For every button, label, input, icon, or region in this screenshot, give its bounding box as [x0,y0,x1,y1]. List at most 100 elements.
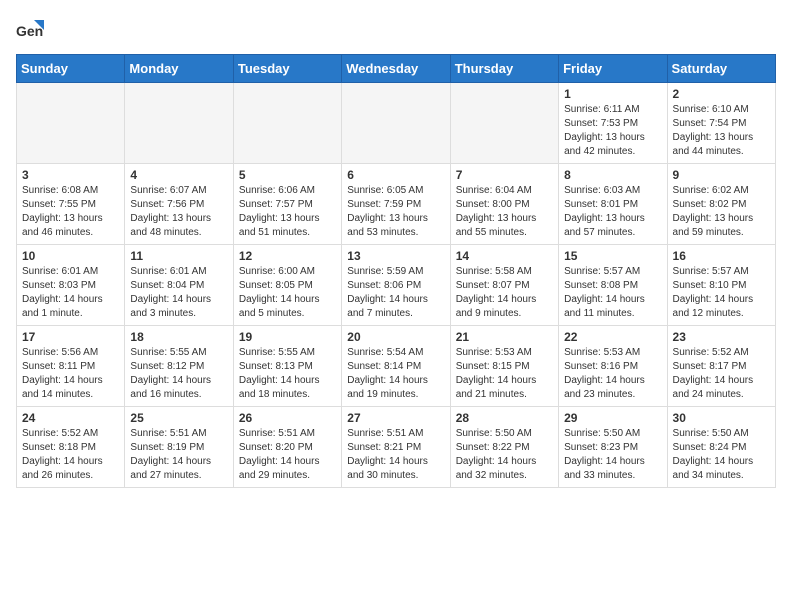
calendar-cell: 23 Sunrise: 5:52 AM Sunset: 8:17 PM Dayli… [667,326,775,407]
day-number: 22 [564,330,661,344]
day-number: 6 [347,168,444,182]
calendar-cell [233,83,341,164]
logo: Gen [16,16,48,44]
day-info: Sunrise: 5:52 AM Sunset: 8:18 PM Dayligh… [22,427,119,483]
calendar-cell: 30 Sunrise: 5:50 AM Sunset: 8:24 PM Dayli… [667,407,775,488]
day-number: 30 [673,411,770,425]
calendar-cell: 15 Sunrise: 5:57 AM Sunset: 8:08 PM Dayli… [559,245,667,326]
day-number: 10 [22,249,119,263]
col-header-thursday: Thursday [450,55,558,83]
day-info: Sunrise: 6:02 AM Sunset: 8:02 PM Dayligh… [673,184,770,240]
calendar-header-row: SundayMondayTuesdayWednesdayThursdayFrid… [17,55,776,83]
day-number: 15 [564,249,661,263]
day-number: 25 [130,411,227,425]
day-number: 8 [564,168,661,182]
calendar-cell [17,83,125,164]
day-info: Sunrise: 5:53 AM Sunset: 8:15 PM Dayligh… [456,346,553,402]
day-info: Sunrise: 5:56 AM Sunset: 8:11 PM Dayligh… [22,346,119,402]
day-number: 13 [347,249,444,263]
day-info: Sunrise: 5:53 AM Sunset: 8:16 PM Dayligh… [564,346,661,402]
calendar-cell: 24 Sunrise: 5:52 AM Sunset: 8:18 PM Dayli… [17,407,125,488]
col-header-friday: Friday [559,55,667,83]
day-info: Sunrise: 5:52 AM Sunset: 8:17 PM Dayligh… [673,346,770,402]
day-number: 1 [564,87,661,101]
calendar-cell: 13 Sunrise: 5:59 AM Sunset: 8:06 PM Dayli… [342,245,450,326]
svg-text:Gen: Gen [16,23,43,39]
day-info: Sunrise: 6:10 AM Sunset: 7:54 PM Dayligh… [673,103,770,159]
calendar-table: SundayMondayTuesdayWednesdayThursdayFrid… [16,54,776,488]
col-header-sunday: Sunday [17,55,125,83]
day-info: Sunrise: 5:51 AM Sunset: 8:20 PM Dayligh… [239,427,336,483]
calendar-cell: 26 Sunrise: 5:51 AM Sunset: 8:20 PM Dayli… [233,407,341,488]
day-info: Sunrise: 5:55 AM Sunset: 8:13 PM Dayligh… [239,346,336,402]
day-number: 19 [239,330,336,344]
col-header-saturday: Saturday [667,55,775,83]
day-number: 28 [456,411,553,425]
calendar-week-4: 24 Sunrise: 5:52 AM Sunset: 8:18 PM Dayli… [17,407,776,488]
day-number: 3 [22,168,119,182]
day-info: Sunrise: 5:59 AM Sunset: 8:06 PM Dayligh… [347,265,444,321]
calendar-cell [125,83,233,164]
day-number: 24 [22,411,119,425]
col-header-wednesday: Wednesday [342,55,450,83]
calendar-cell: 12 Sunrise: 6:00 AM Sunset: 8:05 PM Dayli… [233,245,341,326]
calendar-cell: 10 Sunrise: 6:01 AM Sunset: 8:03 PM Dayli… [17,245,125,326]
calendar-cell: 11Sunrise: 6:01 AM Sunset: 8:04 PM Dayli… [125,245,233,326]
day-number: 20 [347,330,444,344]
calendar-cell: 29 Sunrise: 5:50 AM Sunset: 8:23 PM Dayli… [559,407,667,488]
day-info: Sunrise: 5:51 AM Sunset: 8:21 PM Dayligh… [347,427,444,483]
calendar-cell: 4 Sunrise: 6:07 AM Sunset: 7:56 PM Daylig… [125,164,233,245]
calendar-cell: 8 Sunrise: 6:03 AM Sunset: 8:01 PM Daylig… [559,164,667,245]
day-info: Sunrise: 6:04 AM Sunset: 8:00 PM Dayligh… [456,184,553,240]
calendar-cell [342,83,450,164]
day-info: Sunrise: 5:55 AM Sunset: 8:12 PM Dayligh… [130,346,227,402]
day-info: Sunrise: 6:05 AM Sunset: 7:59 PM Dayligh… [347,184,444,240]
day-number: 14 [456,249,553,263]
calendar-cell: 1Sunrise: 6:11 AM Sunset: 7:53 PM Daylig… [559,83,667,164]
day-number: 4 [130,168,227,182]
calendar-cell: 9 Sunrise: 6:02 AM Sunset: 8:02 PM Daylig… [667,164,775,245]
calendar-cell: 18 Sunrise: 5:55 AM Sunset: 8:12 PM Dayli… [125,326,233,407]
calendar-cell: 21Sunrise: 5:53 AM Sunset: 8:15 PM Dayli… [450,326,558,407]
day-info: Sunrise: 5:50 AM Sunset: 8:22 PM Dayligh… [456,427,553,483]
day-info: Sunrise: 5:57 AM Sunset: 8:08 PM Dayligh… [564,265,661,321]
day-info: Sunrise: 6:01 AM Sunset: 8:03 PM Dayligh… [22,265,119,321]
calendar-week-2: 10 Sunrise: 6:01 AM Sunset: 8:03 PM Dayli… [17,245,776,326]
calendar-cell: 28 Sunrise: 5:50 AM Sunset: 8:22 PM Dayli… [450,407,558,488]
day-number: 16 [673,249,770,263]
day-number: 5 [239,168,336,182]
day-info: Sunrise: 5:50 AM Sunset: 8:23 PM Dayligh… [564,427,661,483]
day-number: 11 [130,249,227,263]
day-number: 23 [673,330,770,344]
calendar-cell: 2 Sunrise: 6:10 AM Sunset: 7:54 PM Daylig… [667,83,775,164]
day-number: 9 [673,168,770,182]
calendar-cell: 19 Sunrise: 5:55 AM Sunset: 8:13 PM Dayli… [233,326,341,407]
day-info: Sunrise: 5:54 AM Sunset: 8:14 PM Dayligh… [347,346,444,402]
calendar-cell: 5 Sunrise: 6:06 AM Sunset: 7:57 PM Daylig… [233,164,341,245]
day-info: Sunrise: 6:06 AM Sunset: 7:57 PM Dayligh… [239,184,336,240]
calendar-cell: 6 Sunrise: 6:05 AM Sunset: 7:59 PM Daylig… [342,164,450,245]
calendar-cell: 7 Sunrise: 6:04 AM Sunset: 8:00 PM Daylig… [450,164,558,245]
day-number: 18 [130,330,227,344]
day-number: 29 [564,411,661,425]
col-header-tuesday: Tuesday [233,55,341,83]
day-number: 2 [673,87,770,101]
day-info: Sunrise: 5:58 AM Sunset: 8:07 PM Dayligh… [456,265,553,321]
day-number: 27 [347,411,444,425]
day-info: Sunrise: 6:07 AM Sunset: 7:56 PM Dayligh… [130,184,227,240]
day-info: Sunrise: 5:51 AM Sunset: 8:19 PM Dayligh… [130,427,227,483]
calendar-week-0: 1Sunrise: 6:11 AM Sunset: 7:53 PM Daylig… [17,83,776,164]
day-number: 12 [239,249,336,263]
col-header-monday: Monday [125,55,233,83]
calendar-cell: 3Sunrise: 6:08 AM Sunset: 7:55 PM Daylig… [17,164,125,245]
day-info: Sunrise: 6:00 AM Sunset: 8:05 PM Dayligh… [239,265,336,321]
day-number: 26 [239,411,336,425]
day-number: 7 [456,168,553,182]
calendar-week-3: 17Sunrise: 5:56 AM Sunset: 8:11 PM Dayli… [17,326,776,407]
logo-icon: Gen [16,16,44,44]
calendar-cell: 17Sunrise: 5:56 AM Sunset: 8:11 PM Dayli… [17,326,125,407]
calendar-cell [450,83,558,164]
calendar-week-1: 3Sunrise: 6:08 AM Sunset: 7:55 PM Daylig… [17,164,776,245]
day-info: Sunrise: 5:50 AM Sunset: 8:24 PM Dayligh… [673,427,770,483]
day-info: Sunrise: 6:03 AM Sunset: 8:01 PM Dayligh… [564,184,661,240]
